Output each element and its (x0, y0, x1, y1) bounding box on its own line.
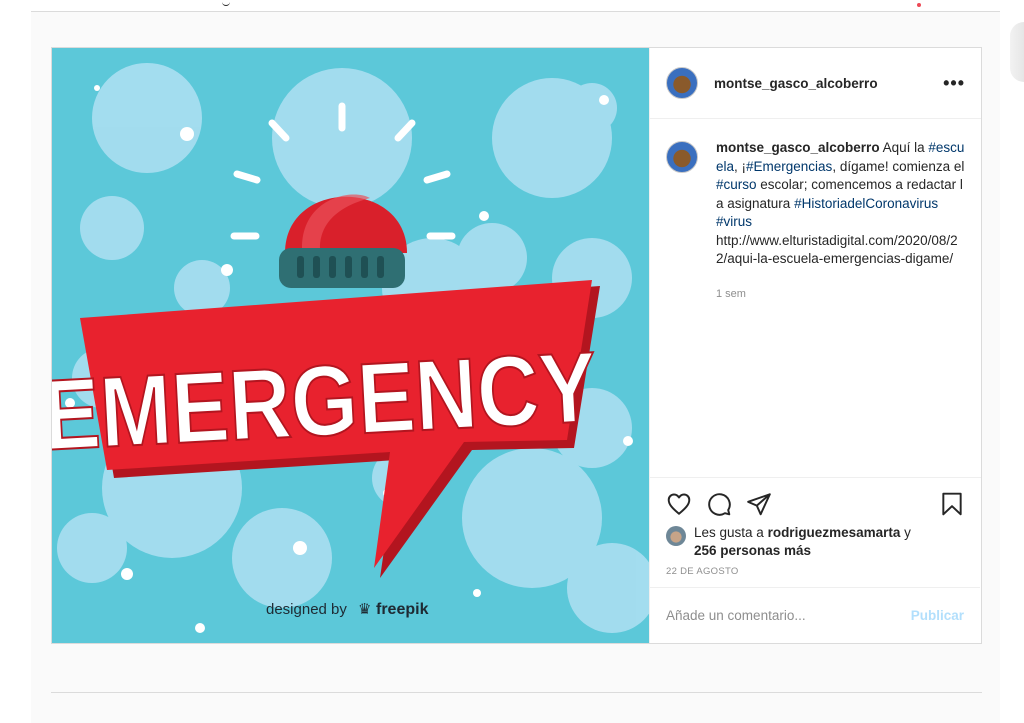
top-nav-fragment (222, 0, 230, 6)
caption-username[interactable]: montse_gasco_alcoberro (716, 140, 880, 155)
likes-joiner: y (900, 525, 911, 540)
save-icon[interactable] (939, 491, 965, 517)
more-options-icon[interactable]: ••• (943, 73, 965, 94)
avatar[interactable] (666, 67, 698, 99)
liker-avatar[interactable] (666, 526, 686, 546)
post-date[interactable]: 22 DE AGOSTO (666, 566, 965, 577)
likes-prefix: Les gusta a (694, 525, 768, 540)
caption-url: http://www.elturistadigital.com/2020/08/… (716, 232, 958, 267)
caption-row: montse_gasco_alcoberro Aquí la #escuela,… (666, 139, 965, 269)
caption-text-3: , dígame! comienza el (832, 158, 965, 174)
time-ago[interactable]: 1 sem (716, 288, 965, 300)
freepik-logo-icon: ♛ (358, 600, 371, 618)
likes-count[interactable]: 256 personas más (694, 543, 811, 558)
heart-icon[interactable] (666, 491, 692, 517)
caption-text-2: , ¡ (734, 158, 747, 174)
caption-avatar[interactable] (666, 141, 698, 173)
author-username[interactable]: montse_gasco_alcoberro (714, 76, 943, 91)
likes-summary: Les gusta a rodriguezmesamarta y 256 per… (666, 524, 965, 560)
comment-input[interactable] (666, 608, 911, 623)
image-credit-prefix: designed by (266, 601, 347, 618)
hashtag-virus[interactable]: #virus (716, 214, 752, 229)
comments-area: montse_gasco_alcoberro Aquí la #escuela,… (650, 119, 981, 477)
side-panel-edge (1010, 22, 1024, 82)
action-icons (666, 488, 965, 520)
likes-text: Les gusta a rodriguezmesamarta y 256 per… (694, 524, 911, 560)
notification-dot (917, 3, 921, 7)
comment-box: Publicar (650, 587, 980, 643)
post-card: EMERGENCY designed by ♛ freepik montse_g… (51, 47, 982, 644)
image-credit-brand: freepik (376, 601, 429, 618)
share-icon[interactable] (746, 491, 772, 517)
actions-area: Les gusta a rodriguezmesamarta y 256 per… (650, 477, 981, 588)
liker-username[interactable]: rodriguezmesamarta (768, 525, 901, 540)
comment-icon[interactable] (706, 491, 732, 517)
hashtag-historiadelcoronavirus[interactable]: #HistoriadelCoronavirus (794, 196, 938, 211)
bottom-divider (51, 692, 982, 693)
post-header: montse_gasco_alcoberro ••• (650, 48, 981, 119)
publish-button[interactable]: Publicar (911, 608, 964, 623)
caption-text: montse_gasco_alcoberro Aquí la #escuela,… (716, 139, 965, 269)
post-side-panel: montse_gasco_alcoberro ••• montse_gasco_… (649, 48, 981, 643)
emergency-illustration: EMERGENCY designed by ♛ freepik (52, 48, 649, 643)
caption-text-1: Aquí la (879, 140, 929, 155)
top-nav-divider (31, 11, 1000, 12)
post-image[interactable]: EMERGENCY designed by ♛ freepik (52, 48, 649, 643)
hashtag-curso[interactable]: #curso (716, 177, 757, 192)
hashtag-emergencias[interactable]: #Emergencias (746, 159, 832, 174)
